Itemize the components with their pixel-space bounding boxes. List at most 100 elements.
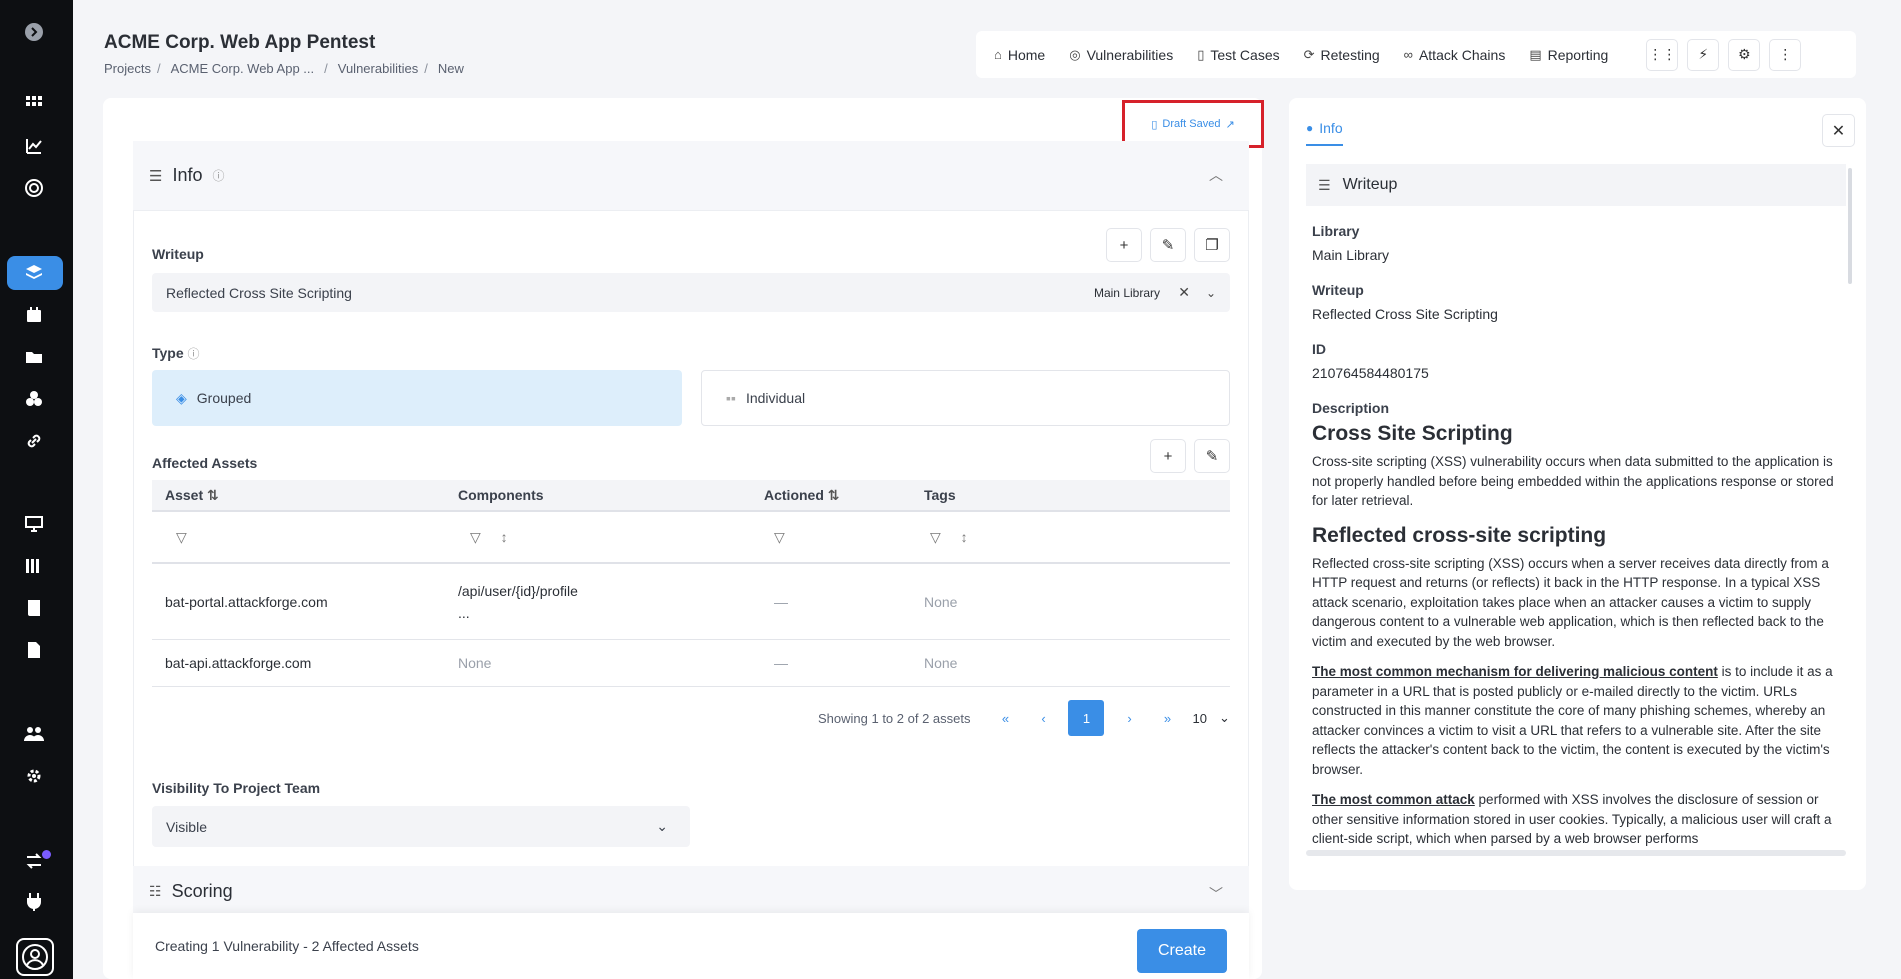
description-heading-1: Cross Site Scripting [1312,422,1513,445]
chevron-down-icon[interactable]: ﹀ [1209,884,1223,904]
panel-section-header: ☰ Writeup [1306,164,1846,206]
last-page-icon[interactable]: » [1154,711,1180,726]
panel-horizontal-scrollbar[interactable] [1306,850,1846,856]
expand-icon[interactable] [22,20,46,44]
table-header: Asset ⇅ Components Actioned ⇅ Tags [152,480,1230,512]
nav-reporting[interactable]: ▤ Reporting [1529,47,1608,63]
more-vertical-icon: ⋮ [1778,46,1793,62]
info-section-title: Info [172,165,203,185]
add-asset-button[interactable]: + [1150,439,1186,473]
clear-icon[interactable]: ✕ [1178,284,1190,301]
create-button[interactable]: Create [1137,929,1227,973]
sidebar-rail [0,0,73,979]
nav-vulnerabilities-label: Vulnerabilities [1086,46,1174,63]
calendar-icon[interactable] [22,303,46,327]
writeup-selected-value: Reflected Cross Site Scripting [166,284,352,301]
prev-page-icon[interactable]: ‹ [1030,711,1056,726]
filter-icon[interactable]: ▽ [930,529,941,545]
type-grouped-option[interactable]: ◈ Grouped [152,370,682,426]
writeup-library-tag: Main Library [1093,285,1160,300]
grid-icon[interactable] [22,92,46,116]
asset-cell: bat-api.attackforge.com [165,655,312,671]
plug-icon[interactable] [22,890,46,914]
breadcrumb-project[interactable]: ACME Corp. Web App ... [171,61,315,76]
description-paragraph: The most common mechanism for delivering… [1312,664,1833,777]
chevron-up-icon[interactable]: ︿ [1209,165,1223,185]
apps-grid-icon: ⋮⋮ [1648,46,1677,62]
resize-icon[interactable]: ↕ [501,529,508,545]
panel-id-value: 210764584480175 [1312,365,1429,381]
document-icon: ▯ [1197,46,1205,62]
nav-retesting-label: Retesting [1320,46,1380,63]
col-actioned[interactable]: Actioned ⇅ [764,487,924,504]
tab-info[interactable]: ● Info [1306,120,1343,146]
type-individual-option[interactable]: ▪▪ Individual [701,370,1230,426]
cubes-icon[interactable] [22,387,46,411]
users-icon[interactable] [22,722,46,746]
gear-icon[interactable] [22,764,46,788]
description-paragraph: Cross-site scripting (XSS) vulnerability… [1312,454,1834,508]
scoring-section-header[interactable]: ☷ Scoring ﹀ [133,866,1249,916]
filter-icon[interactable]: ▽ [470,529,481,545]
settings-button[interactable]: ⚙ [1728,38,1761,71]
table-row[interactable]: bat-portal.attackforge.com /api/user/{id… [152,564,1230,640]
edit-assets-button[interactable]: ✎ [1194,439,1230,473]
more-button[interactable]: ⋮ [1769,38,1802,71]
visibility-select[interactable]: Visible ⌄ [152,806,690,847]
first-page-icon[interactable]: « [992,711,1018,726]
breadcrumb-projects[interactable]: Projects [104,61,151,76]
sort-icon[interactable]: ⇅ [828,487,840,503]
resize-icon[interactable]: ↕ [961,529,968,545]
panel-scrollbar[interactable] [1848,168,1852,284]
writeup-select[interactable]: Reflected Cross Site Scripting Main Libr… [152,273,1230,312]
col-asset[interactable]: Asset ⇅ [152,487,458,504]
filter-icon[interactable]: ▽ [152,529,458,546]
monitor-icon[interactable] [22,512,46,536]
refresh-icon: ⟳ [1303,46,1315,62]
components-cell: /api/user/{id}/profile ... [458,583,764,621]
layers-icon[interactable] [22,261,46,285]
list-icon: ☰ [149,167,163,185]
file-icon[interactable] [22,638,46,662]
sort-icon[interactable]: ⇅ [207,487,219,503]
draft-saved-label: Draft Saved [1162,118,1221,130]
plus-icon: + [1119,236,1129,254]
pagination-summary: Showing 1 to 2 of 2 assets [818,710,971,726]
table-row[interactable]: bat-api.attackforge.com None — None [152,640,1230,687]
close-panel-button[interactable]: ✕ [1822,114,1855,147]
chevron-down-icon[interactable]: ⌄ [1206,286,1216,300]
filter-icon[interactable]: ▽ [764,529,924,546]
library-icon[interactable] [22,554,46,578]
nav-vulnerabilities[interactable]: ◎ Vulnerabilities [1069,47,1173,63]
nav-test-cases[interactable]: ▯ Test Cases [1197,47,1279,63]
info-section-header[interactable]: ☰ Info ⓘ ︿ [133,141,1249,211]
page-size-value[interactable]: 10 [1192,711,1206,726]
component-more[interactable]: ... [458,605,764,621]
link-icon[interactable] [22,429,46,453]
book-icon[interactable] [22,596,46,620]
page-title: ACME Corp. Web App Pentest [104,32,376,53]
visibility-selected-value: Visible [166,818,207,835]
next-page-icon[interactable]: › [1116,711,1142,726]
edit-writeup-button[interactable]: ✎ [1150,228,1186,262]
info-circle-icon: ⓘ [187,347,200,361]
copy-writeup-button[interactable]: ❐ [1194,228,1230,262]
nav-test-cases-label: Test Cases [1210,46,1280,63]
chevron-down-icon[interactable]: ⌄ [1219,710,1230,726]
nav-home[interactable]: ⌂ Home [994,47,1045,63]
apps-button[interactable]: ⋮⋮ [1646,38,1679,71]
folder-icon[interactable] [22,345,46,369]
quick-actions-button[interactable]: ⚡ [1687,38,1720,71]
nav-retesting[interactable]: ⟳ Retesting [1304,47,1380,63]
gear-icon: ⚙ [1738,46,1751,62]
target-icon[interactable] [22,176,46,200]
bolt-icon: ⚡ [1698,46,1709,62]
current-page-button[interactable]: 1 [1068,700,1105,736]
actioned-cell: — [774,593,788,610]
breadcrumb-vulnerabilities[interactable]: Vulnerabilities [338,61,418,76]
add-writeup-button[interactable]: + [1106,228,1142,262]
nav-attack-chains[interactable]: ∞ Attack Chains [1404,47,1506,63]
chart-icon[interactable] [22,134,46,158]
list-icon: ☰ [1318,176,1331,193]
user-avatar[interactable] [16,938,54,976]
